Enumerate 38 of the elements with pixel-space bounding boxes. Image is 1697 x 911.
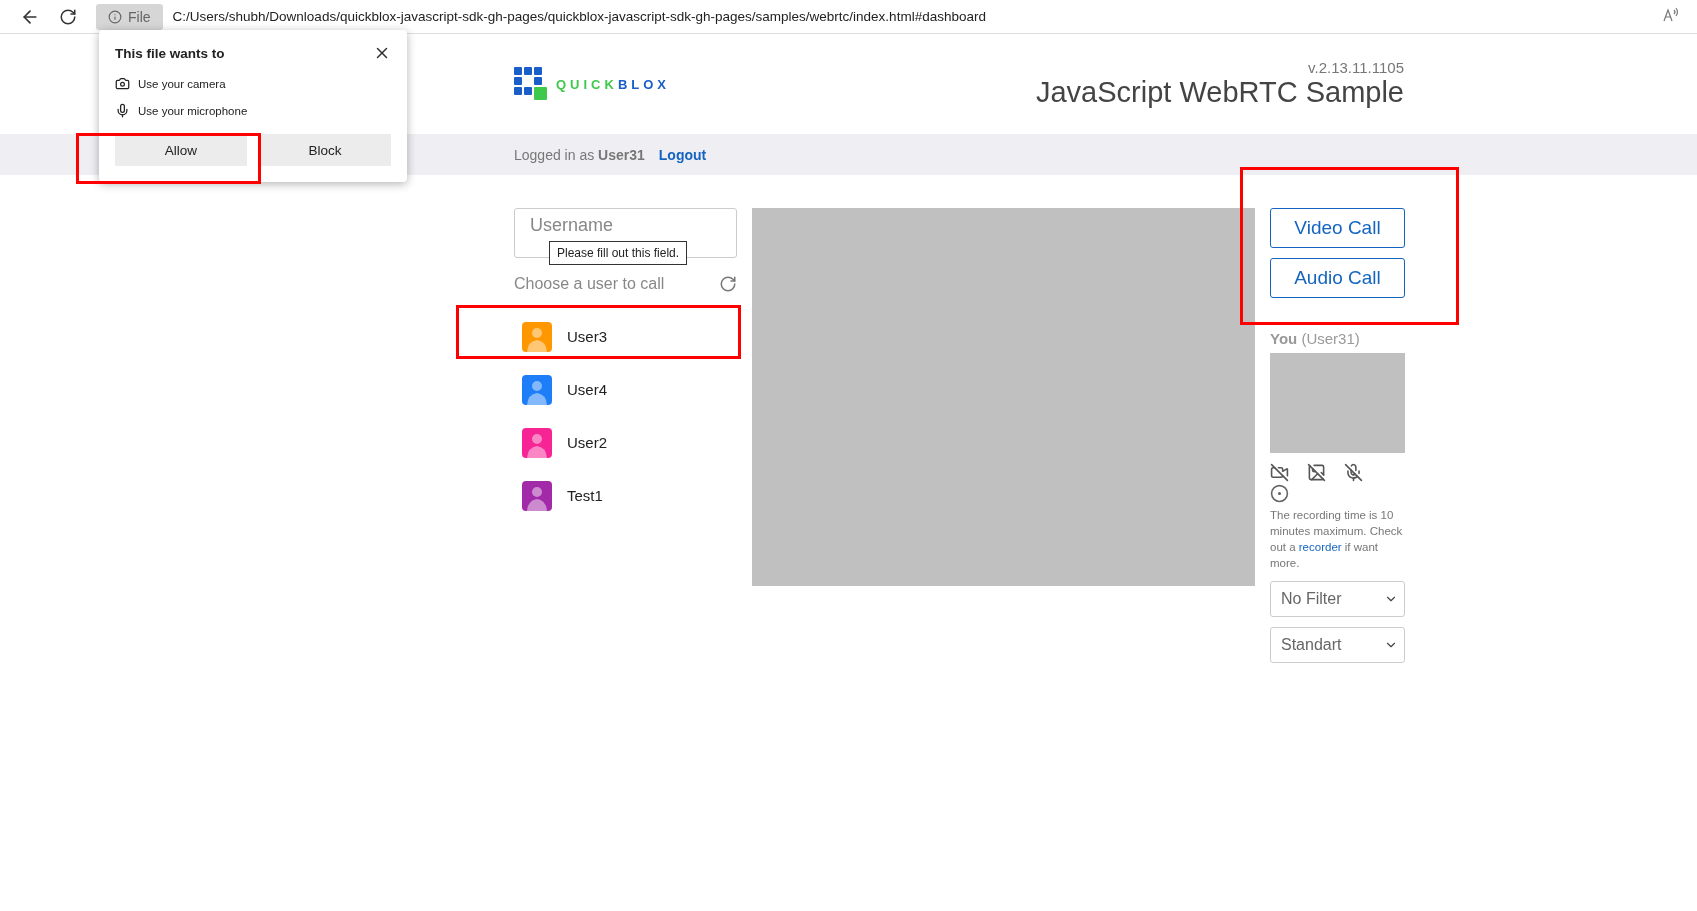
self-label: You (User31) bbox=[1270, 330, 1361, 347]
validation-tooltip: Please fill out this field. bbox=[549, 241, 688, 265]
dropdown-value: Standart bbox=[1281, 636, 1342, 654]
choose-user-label: Choose a user to call bbox=[514, 275, 665, 293]
info-icon bbox=[108, 9, 122, 24]
mic-off-icon[interactable] bbox=[1344, 463, 1363, 482]
logout-link[interactable]: Logout bbox=[658, 146, 707, 163]
record-icon[interactable] bbox=[1270, 484, 1289, 503]
page-title: JavaScript WebRTC Sample bbox=[1036, 76, 1404, 109]
permission-button[interactable]: Block bbox=[259, 134, 391, 166]
reload-icon[interactable] bbox=[59, 7, 77, 26]
microphone-icon bbox=[115, 103, 130, 118]
camera-off-icon[interactable] bbox=[1270, 463, 1289, 482]
user-list-item[interactable]: User4 bbox=[514, 363, 737, 416]
logo-text: QUICK BLOX bbox=[556, 76, 670, 92]
user-list-item[interactable]: Test1 bbox=[514, 469, 737, 522]
user-list-item[interactable]: User3 bbox=[514, 310, 737, 363]
dropdown[interactable]: No Filter bbox=[1270, 581, 1405, 617]
popup-title: This file wants to bbox=[115, 45, 225, 61]
version-label: v.2.13.11.1105 bbox=[1307, 59, 1404, 76]
permission-label: Use your camera bbox=[138, 77, 226, 90]
dropdown[interactable]: Standart bbox=[1270, 627, 1405, 663]
site-info-button[interactable]: File bbox=[96, 3, 163, 30]
recording-note: The recording time is 10 minutes maximum. Check out a recorder if want more. bbox=[1270, 508, 1404, 571]
logged-in-text: Logged in as User31 bbox=[514, 146, 645, 163]
recorder-link[interactable]: recorder bbox=[1298, 541, 1342, 553]
site-info-label: File bbox=[128, 8, 151, 25]
refresh-icon[interactable] bbox=[719, 275, 737, 293]
call-button[interactable]: Audio Call bbox=[1270, 258, 1405, 298]
logo-icon bbox=[514, 67, 548, 101]
screen-off-icon[interactable] bbox=[1307, 463, 1326, 482]
permission-button[interactable]: Allow bbox=[115, 134, 247, 166]
camera-icon bbox=[115, 76, 130, 91]
dropdown-value: No Filter bbox=[1281, 590, 1342, 608]
user-list-item[interactable]: User2 bbox=[514, 416, 737, 469]
permission-label: Use your microphone bbox=[138, 104, 248, 117]
call-button[interactable]: Video Call bbox=[1270, 208, 1405, 248]
address-bar[interactable]: C:/Users/shubh/Downloads/quickblox-javascript-sdk-gh-pages/quickblox-javascript-sdk-gh-pages/samples/webrtc/index.html#dashboard bbox=[172, 9, 1653, 24]
